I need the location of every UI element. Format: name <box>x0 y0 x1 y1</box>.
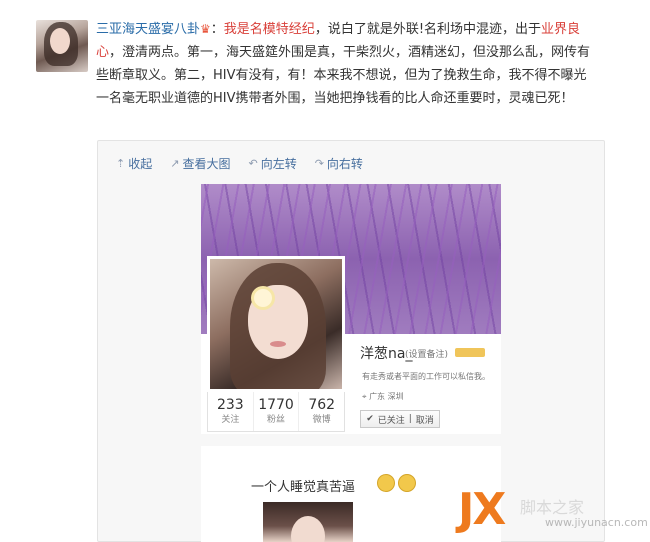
profile-lips <box>270 341 286 347</box>
rotate-left-icon: ↶ <box>248 156 258 170</box>
shocked-emoji-icon <box>398 474 416 492</box>
stat-label: 粉丝 <box>267 415 286 425</box>
post-body-1: ，说白了就是外联!名利场中混迹，出于 <box>314 22 542 37</box>
stat-count: 233 <box>216 397 244 413</box>
vip-badge-icon <box>455 348 485 357</box>
image-caption: 一个人睡觉真苦逼 <box>251 480 356 495</box>
rotate-right-label: 向右转 <box>326 156 363 171</box>
crying-emoji-icon <box>377 474 395 492</box>
rotate-right-button[interactable]: ↷ 向右转 <box>315 153 363 173</box>
watermark-site: www.jiyunacn.com <box>545 516 648 529</box>
post-body-2: ，澄清两点。第一，海天盛筵外围是真，干柴烈火，酒精迷幻，但没那么乱，网传有些断章… <box>96 45 591 106</box>
arrow-up-icon: ⇡ <box>116 156 126 170</box>
location-pin-icon: ⌖ <box>362 392 367 401</box>
stat-following: 233 关注 <box>208 392 254 431</box>
rotate-left-label: 向左转 <box>260 156 297 171</box>
stat-label: 关注 <box>221 415 240 425</box>
crown-icon: ♛ <box>200 22 211 36</box>
profile-bio: 有走秀或者平面的工作可以私信我。 <box>362 372 490 381</box>
profile-photo <box>207 256 345 392</box>
rotate-right-icon: ↷ <box>314 156 324 170</box>
open-external-icon: ↗ <box>170 156 180 170</box>
watermark-name: 脚本之家 <box>520 498 585 517</box>
media-toolbar: ⇡ 收起 ↗ 查看大图 ↶ 向左转 ↷ 向右转 <box>116 153 363 173</box>
collapse-button[interactable]: ⇡ 收起 <box>116 153 152 173</box>
divider: | <box>408 414 412 424</box>
stat-followers: 1770 粉丝 <box>254 392 300 431</box>
collapse-label: 收起 <box>128 156 153 171</box>
avatar-face <box>50 28 70 54</box>
author-link[interactable]: 三亚海天盛宴八卦 <box>96 22 200 37</box>
unfollow-label: 取消 <box>415 415 434 426</box>
check-icon: ✔ <box>366 414 374 424</box>
flower-icon <box>254 289 272 307</box>
follow-label: 已关注 <box>377 415 405 426</box>
set-note-link: (设置备注) <box>405 350 449 360</box>
stat-count: 762 <box>308 397 336 413</box>
watermark-logo: JX <box>458 484 506 535</box>
profile-stats: 233 关注 1770 粉丝 762 微博 <box>207 392 345 432</box>
author-avatar[interactable] <box>36 20 88 72</box>
view-large-label: 查看大图 <box>182 156 231 171</box>
second-image[interactable]: 一个人睡觉真苦逼 <box>201 446 501 542</box>
post-text: 三亚海天盛宴八卦♛：我是名模特经纪，说白了就是外联!名利场中混迹，出于业界良心，… <box>96 18 596 110</box>
stat-count: 1770 <box>258 397 294 413</box>
selfie-face <box>291 516 325 542</box>
view-large-button[interactable]: ↗ 查看大图 <box>170 153 230 173</box>
highlight-text-1: 我是名模特经纪 <box>223 22 315 37</box>
selfie-photo <box>263 502 353 542</box>
follow-status-button: ✔ 已关注 | 取消 <box>360 410 440 428</box>
rotate-left-button[interactable]: ↶ 向左转 <box>248 153 296 173</box>
colon: ： <box>210 22 224 37</box>
location-label: 广东 深圳 <box>369 392 404 401</box>
profile-location: ⌖ 广东 深圳 <box>362 391 404 402</box>
stat-label: 微博 <box>312 415 331 425</box>
stat-posts: 762 微博 <box>299 392 344 431</box>
